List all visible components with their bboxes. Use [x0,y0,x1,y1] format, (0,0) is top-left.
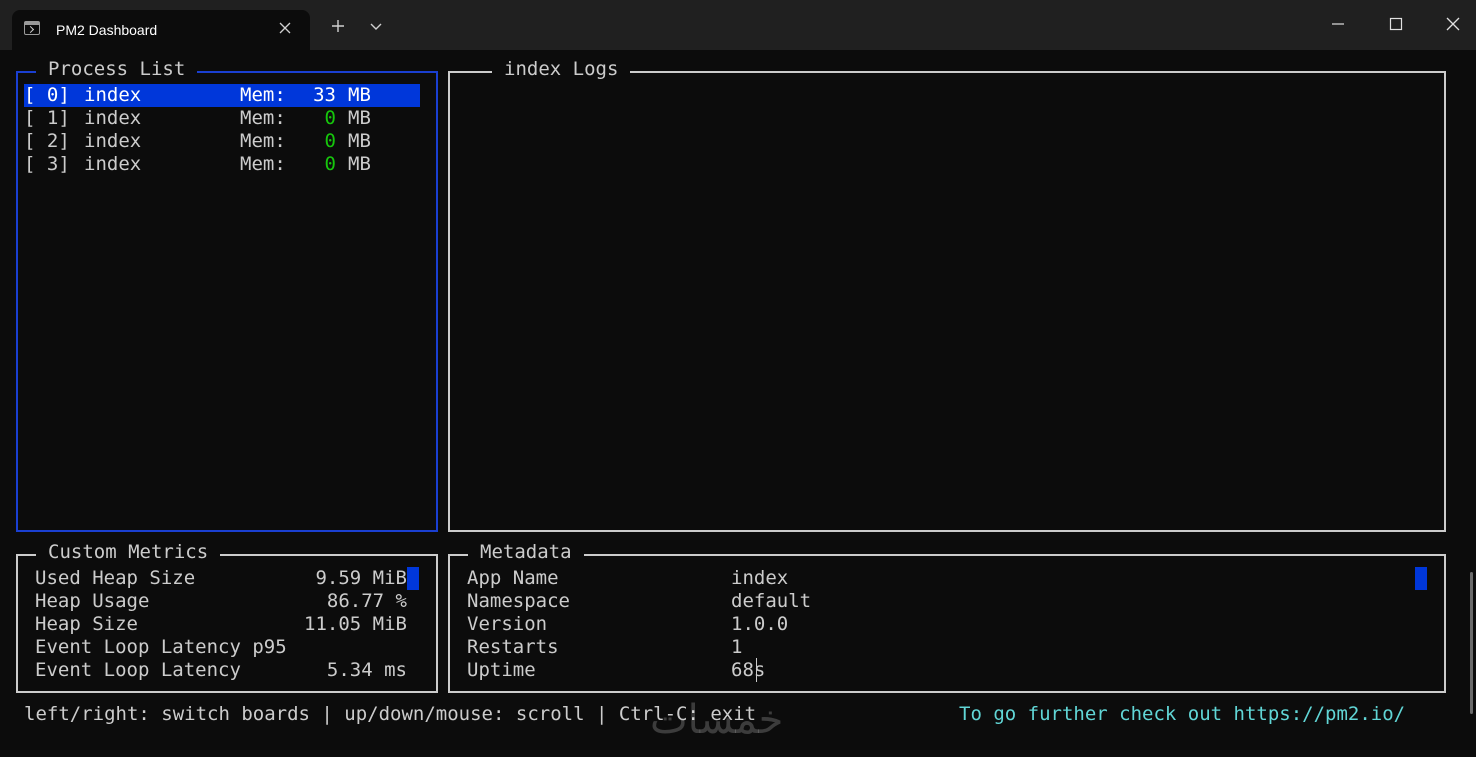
mem-unit: MB [348,153,371,175]
process-row[interactable]: [ 3] index Mem: 0 MB [24,153,420,176]
process-row[interactable]: [ 0] index Mem: 33 MB [24,84,420,107]
metric-label: Heap Size [35,613,138,635]
footer-promo: To go further check out https://pm2.io/ [959,703,1406,725]
metadata-value: 1.0.0 [731,613,789,635]
new-tab-button[interactable] [322,12,354,40]
metric-row: Event Loop Latency 5.34 ms [35,659,407,682]
tab-dropdown-button[interactable] [360,12,392,40]
metadata-value: 68s [731,659,766,681]
custom-metrics-title: Custom Metrics [36,541,221,563]
metadata-row: App Name index [467,567,1067,590]
metric-label: Used Heap Size [35,567,196,589]
process-id: [ 1] [24,107,70,129]
mem-value: 0 [324,130,336,152]
mem-label: Mem: [240,153,286,175]
metadata-row: Restarts 1 [467,636,1067,659]
mem-unit: MB [348,84,371,106]
metric-row: Used Heap Size 9.59 MiB [35,567,407,590]
close-icon [1446,17,1460,31]
close-icon [279,22,291,34]
metric-value: 11.05 MiB [304,613,407,635]
minimize-button[interactable] [1309,0,1367,50]
mem-value: 0 [324,107,336,129]
metadata-label: Version [467,613,548,635]
process-row[interactable]: [ 1] index Mem: 0 MB [24,107,420,130]
process-name: index [84,130,142,152]
process-name: index [84,153,142,175]
metric-value: 86.77 % [326,590,407,612]
metadata-value: default [731,590,812,612]
metadata-value: index [731,567,789,589]
process-id: [ 0] [24,84,70,106]
tab-pm2-dashboard[interactable]: PM2 Dashboard [12,10,310,50]
metadata-title: Metadata [468,541,584,563]
metric-row: Heap Size 11.05 MiB [35,613,407,636]
mem-value: 0 [324,153,336,175]
metadata-label: Restarts [467,636,559,658]
metric-label: Heap Usage [35,590,150,612]
close-tab-button[interactable] [276,19,294,37]
mem-label: Mem: [240,84,286,106]
process-list-title: Process List [36,58,198,80]
mem-unit: MB [348,107,371,129]
metric-value: 9.59 MiB [315,567,407,589]
text-cursor [756,658,757,682]
tab-title: PM2 Dashboard [56,22,158,38]
metadata-row: Uptime 68s [467,659,1067,682]
close-window-button[interactable] [1424,0,1476,50]
mem-value: 33 [313,84,336,106]
metric-row: Event Loop Latency p95 [35,636,407,659]
mem-label: Mem: [240,107,286,129]
metadata-panel[interactable]: Metadata App Name index Namespace default Ve… [448,541,1446,693]
metadata-row: Version 1.0.0 [467,613,1067,636]
metadata-scrollbar[interactable] [1415,567,1427,590]
mem-label: Mem: [240,130,286,152]
custom-metrics-panel[interactable]: Custom Metrics Used Heap Size 9.59 MiB Hea… [16,541,438,693]
metadata-label: Uptime [467,659,536,681]
footer-help: left/right: switch boards | up/down/mous… [24,703,757,725]
process-id: [ 3] [24,153,70,175]
process-name: index [84,84,142,106]
metadata-row: Namespace default [467,590,1067,613]
metadata-label: App Name [467,567,559,589]
maximize-button[interactable] [1367,0,1425,50]
process-id: [ 2] [24,130,70,152]
metric-label: Event Loop Latency p95 [35,636,287,658]
metadata-label: Namespace [467,590,570,612]
metric-label: Event Loop Latency [35,659,241,681]
watermark: خمسات [650,697,784,743]
plus-icon [332,20,344,32]
window-scrollbar[interactable] [1470,572,1473,714]
chevron-down-icon [370,23,382,30]
metadata-value: 1 [731,636,743,658]
process-row[interactable]: [ 2] index Mem: 0 MB [24,130,420,153]
metric-row: Heap Usage 86.77 % [35,590,407,613]
minimize-icon [1332,23,1344,25]
mem-unit: MB [348,130,371,152]
metric-value: 5.34 ms [326,659,407,681]
logs-panel[interactable]: index Logs [448,58,1446,532]
metrics-scrollbar[interactable] [407,567,419,590]
terminal-icon [24,21,40,35]
process-name: index [84,107,142,129]
title-bar: PM2 Dashboard [0,0,1476,50]
process-list-panel[interactable]: Process List [ 0] index Mem: 33 MB [ 1] index M… [16,58,438,532]
maximize-icon [1389,17,1403,31]
logs-title: index Logs [492,58,631,80]
